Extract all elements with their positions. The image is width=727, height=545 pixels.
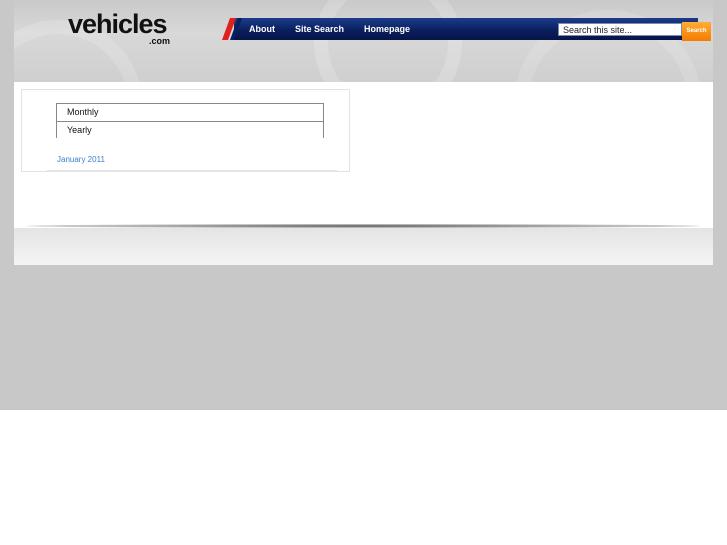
search-input[interactable] [558,23,682,36]
nav-item-homepage[interactable]: Homepage [364,24,410,34]
archive-option-monthly[interactable]: Monthly [57,104,323,122]
nav-item-site-search[interactable]: Site Search [295,24,344,34]
site-footer [14,228,713,265]
archive-panel: Monthly Yearly January 2011 [21,89,350,172]
site-header: vehicles .com [14,0,713,82]
archive-month-link[interactable]: January 2011 [57,155,105,164]
nav-item-about[interactable]: About [249,24,275,34]
main-content: Monthly Yearly January 2011 [14,82,713,228]
nav-links: About Site Search Homepage [249,18,430,40]
blue-slash-icon [230,18,242,40]
site-logo[interactable]: vehicles .com [68,8,188,48]
archive-option-yearly[interactable]: Yearly [57,122,323,139]
logo-domain-text: .com [149,36,171,46]
archive-period-list: Monthly Yearly [56,103,324,138]
search-button[interactable]: Search [682,22,711,41]
panel-divider [47,170,337,171]
header-decoration [314,0,462,82]
